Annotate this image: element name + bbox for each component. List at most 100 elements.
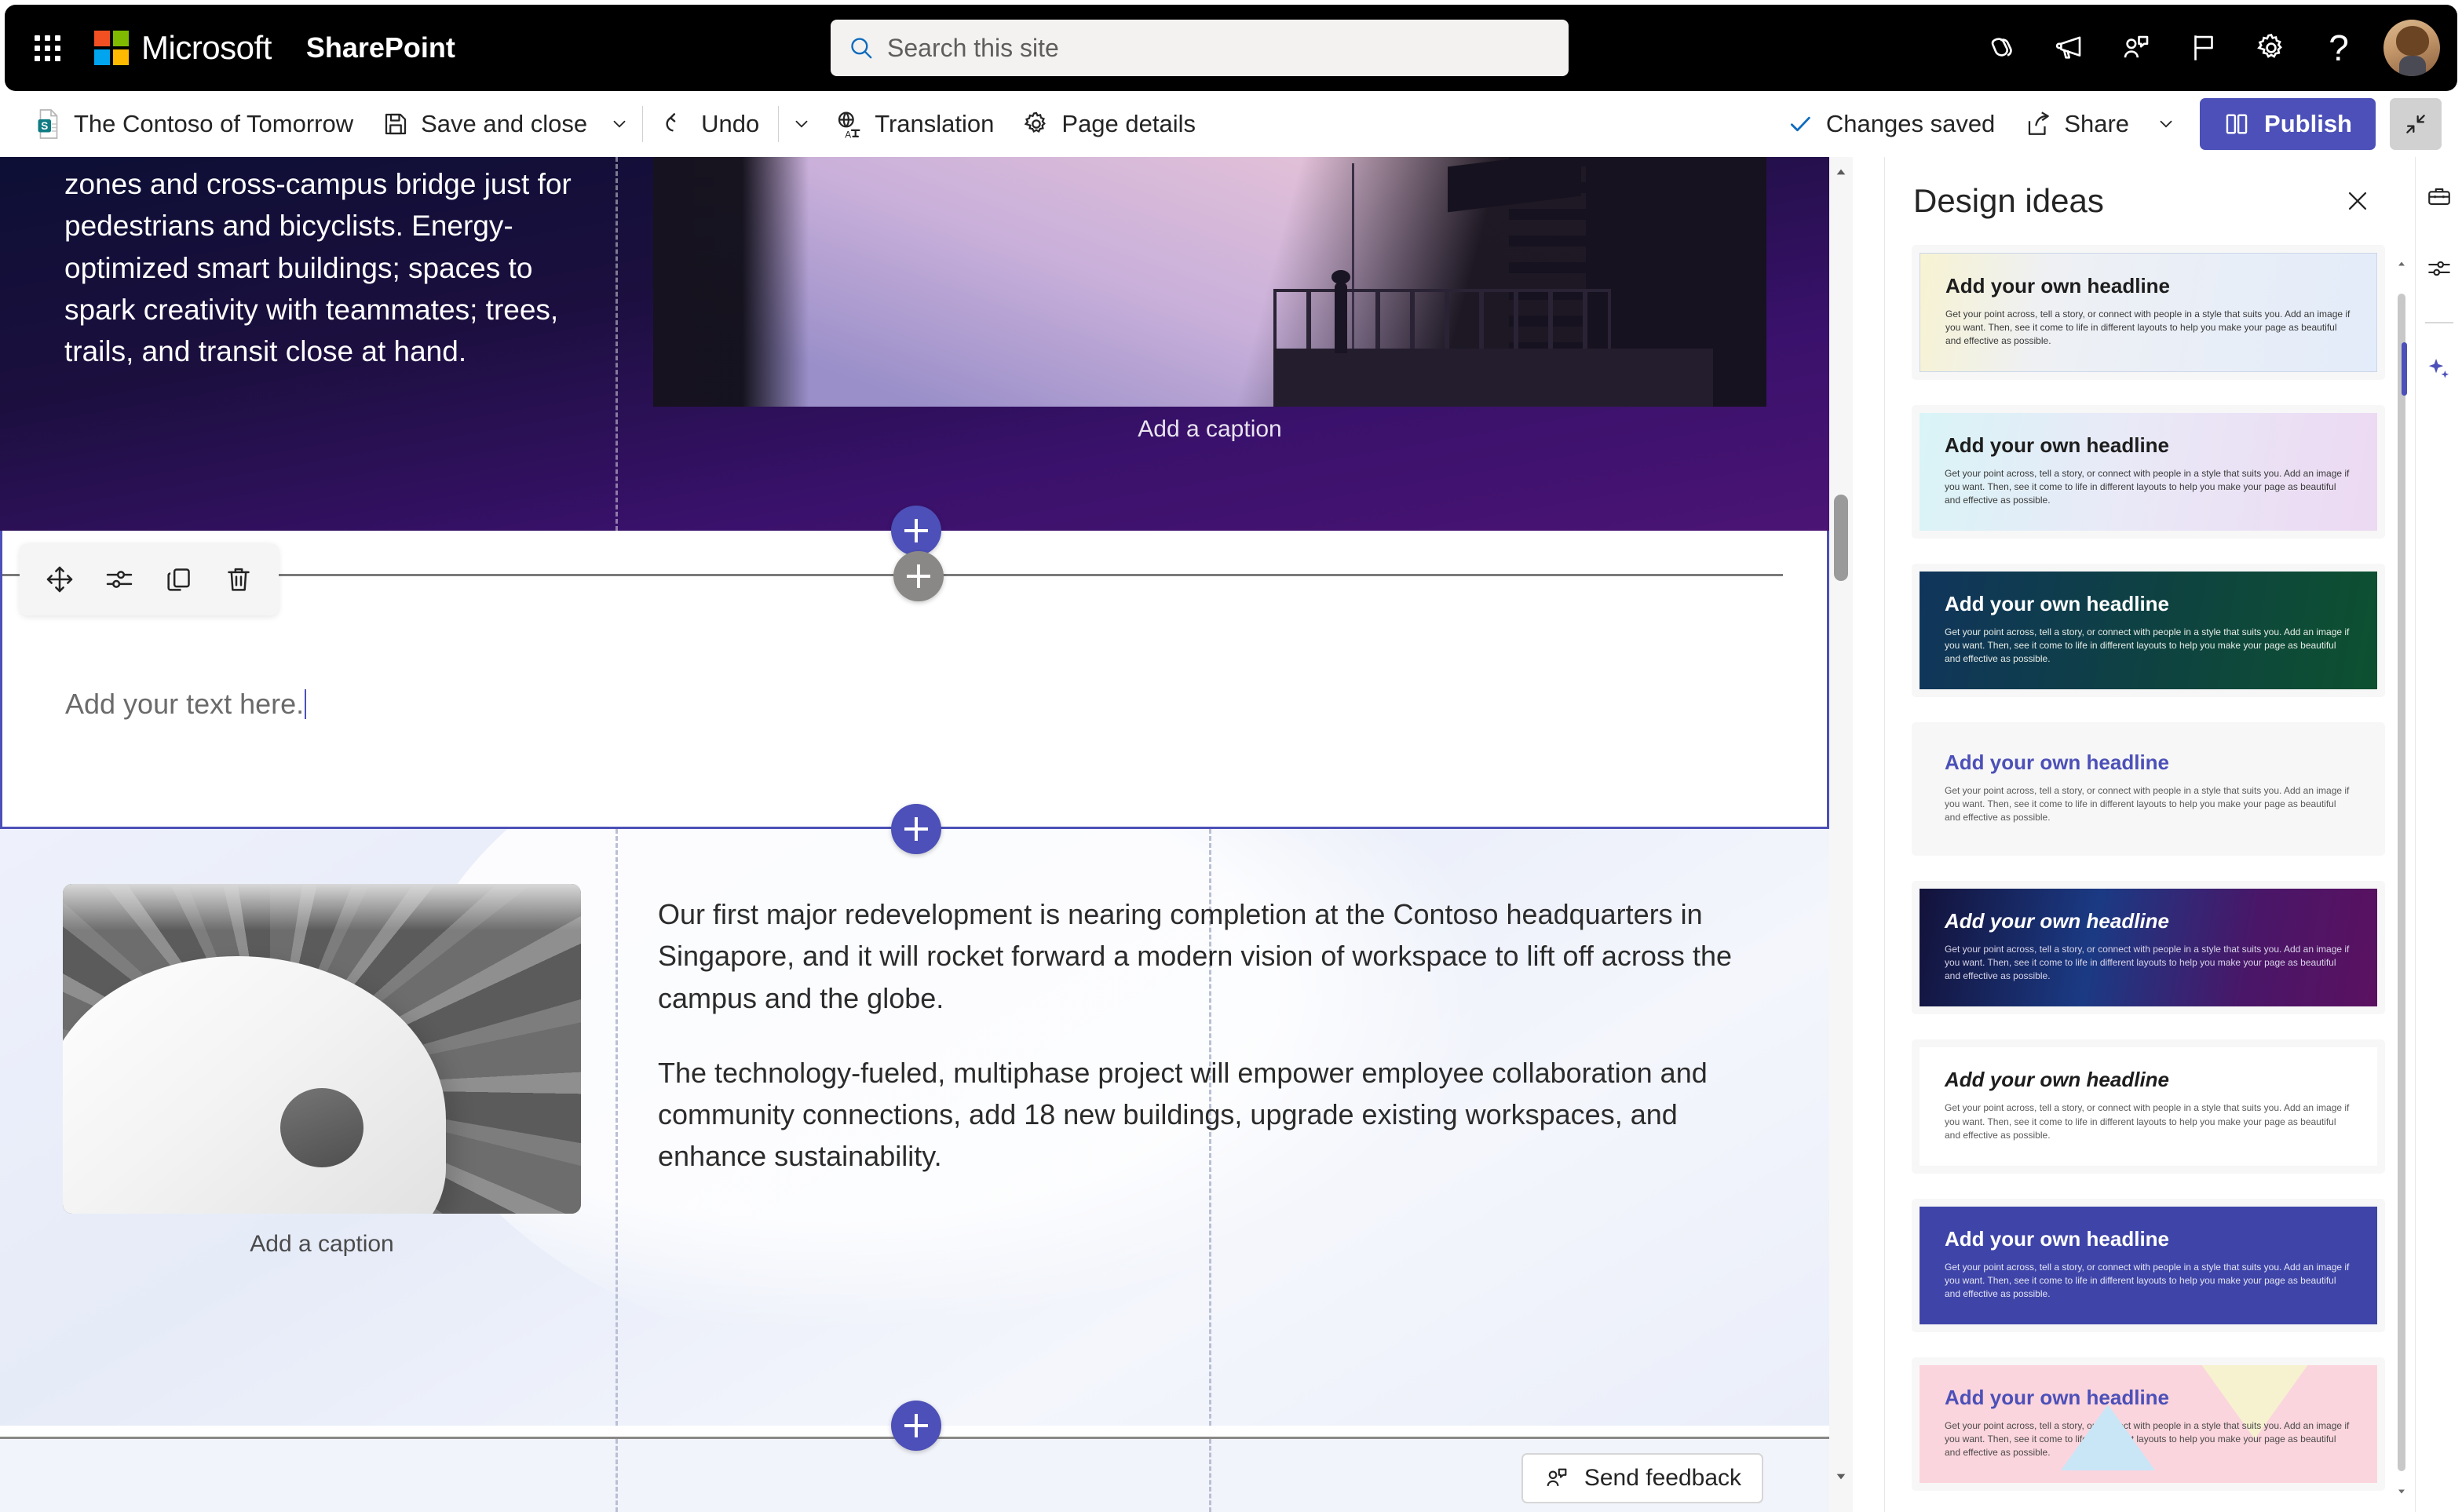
command-bar: S The Contoso of Tomorrow Save and close… xyxy=(0,91,2462,157)
toolbox-icon xyxy=(2427,188,2450,205)
hero-image[interactable] xyxy=(653,157,1766,407)
design-idea-headline: Add your own headline xyxy=(1945,592,2170,616)
app-name-link[interactable]: SharePoint xyxy=(306,31,455,64)
panel-scroll-down-button[interactable] xyxy=(2394,1484,2409,1499)
caret-down-icon xyxy=(2398,1489,2405,1494)
design-idea-headline: Add your own headline xyxy=(1945,1226,2170,1251)
canvas-scroll-thumb[interactable] xyxy=(1834,495,1848,581)
changes-saved-label: Changes saved xyxy=(1825,110,1996,137)
divider xyxy=(642,106,644,142)
copilot-button[interactable] xyxy=(1971,17,2032,79)
design-idea-headline: Add your own headline xyxy=(1945,751,2170,775)
publish-button[interactable]: Publish xyxy=(2200,98,2376,150)
feedback-flag-button[interactable] xyxy=(2173,17,2234,79)
share-button[interactable]: Share xyxy=(2011,99,2143,149)
text-webpart-placeholder[interactable]: Add your text here. xyxy=(65,688,307,721)
design-idea-card[interactable]: Add your own headline Get your point acro… xyxy=(1912,1039,2385,1174)
app-launcher-button[interactable] xyxy=(19,20,75,76)
design-idea-headline: Add your own headline xyxy=(1945,1385,2170,1409)
avatar[interactable] xyxy=(2383,20,2440,76)
search-container: Search this site xyxy=(831,20,1569,76)
add-section-button[interactable] xyxy=(891,506,941,556)
undo-icon xyxy=(666,113,676,132)
close-design-ideas-button[interactable] xyxy=(2332,175,2383,227)
content-paragraph-1: Our first major redevelopment is nearing… xyxy=(658,898,1732,1014)
panel-scroll-thumb[interactable] xyxy=(2398,294,2405,1471)
delete-webpart-button[interactable] xyxy=(211,552,266,607)
selected-text-section[interactable]: Add your text here. xyxy=(0,531,1829,829)
design-idea-card[interactable]: Add your own headline Get your point acro… xyxy=(1912,1357,2385,1491)
save-options-chevron-button[interactable] xyxy=(601,99,637,149)
text-cursor xyxy=(305,689,307,719)
move-webpart-icon xyxy=(46,566,73,593)
send-feedback-button[interactable]: Send feedback xyxy=(1521,1453,1763,1503)
content-text-webpart[interactable]: Our first major redevelopment is nearing… xyxy=(658,893,1757,1178)
gear-icon xyxy=(1025,111,1047,133)
move-webpart-button[interactable] xyxy=(32,552,87,607)
edit-webpart-button[interactable] xyxy=(92,552,147,607)
help-icon: ? xyxy=(2329,27,2349,68)
add-webpart-button[interactable] xyxy=(893,551,944,601)
announcements-button[interactable] xyxy=(2038,17,2099,79)
content-section: Add a caption Our first major redevelopm… xyxy=(0,829,1829,1426)
design-idea-card[interactable]: Add your own headline Get your point acro… xyxy=(1912,564,2385,698)
translation-label: Translation xyxy=(875,110,995,137)
design-idea-body: Get your point across, tell a story, or … xyxy=(1945,785,2350,824)
add-section-button[interactable] xyxy=(891,1401,941,1451)
panel-scroll-track[interactable] xyxy=(2394,256,2409,1499)
undo-label: Undo xyxy=(701,110,760,137)
caret-up-icon xyxy=(1836,169,1846,175)
design-idea-preview: Add your own headline Get your point acro… xyxy=(1920,730,2377,849)
design-ideas-panel: Design ideas Add your own headline Get yo… xyxy=(1884,157,2415,1512)
chevron-down-icon xyxy=(2160,120,2172,128)
page-settings-icon xyxy=(2427,261,2450,276)
chevron-down-icon xyxy=(613,120,626,128)
undo-options-chevron-button[interactable] xyxy=(784,99,820,149)
translation-button[interactable]: A Translation xyxy=(820,99,1008,149)
add-section-button[interactable] xyxy=(891,804,941,854)
chat-button[interactable] xyxy=(2106,17,2167,79)
toolbox-button[interactable] xyxy=(2417,174,2461,218)
design-ideas-list[interactable]: Add your own headline Get your point acro… xyxy=(1885,245,2415,1512)
canvas-scrollbar[interactable] xyxy=(1829,157,1853,1512)
page-details-button[interactable]: Page details xyxy=(1008,99,1210,149)
command-bar-right: Changes saved Share Publish xyxy=(1776,98,2442,150)
settings-button[interactable] xyxy=(2241,17,2302,79)
delete-icon xyxy=(228,568,250,591)
design-idea-headline: Add your own headline xyxy=(1945,274,2171,298)
page-canvas: zones and cross-campus bridge just for p… xyxy=(0,157,1829,1512)
page-title-label: The Contoso of Tomorrow xyxy=(74,110,354,137)
staircase-image-caption[interactable]: Add a caption xyxy=(63,1231,581,1258)
scroll-down-button[interactable] xyxy=(1829,1465,1853,1488)
page-title-button[interactable]: S The Contoso of Tomorrow xyxy=(20,99,367,149)
chat-person-icon xyxy=(1547,1468,1567,1487)
changes-saved-status: Changes saved xyxy=(1776,110,2006,138)
design-ideas-scrollbar[interactable] xyxy=(2394,256,2409,1499)
column-divider xyxy=(616,157,618,531)
header-actions: ? xyxy=(1971,17,2440,79)
design-ideas-button[interactable] xyxy=(2401,342,2461,396)
help-button[interactable]: ? xyxy=(2308,17,2369,79)
undo-button[interactable]: Undo xyxy=(648,99,773,149)
design-idea-card[interactable]: Add your own headline Get your point acro… xyxy=(1912,405,2385,539)
design-idea-body: Get your point across, tell a story, or … xyxy=(1945,1261,2350,1299)
search-input[interactable]: Search this site xyxy=(831,20,1569,76)
collapse-ribbon-button[interactable] xyxy=(2390,98,2442,150)
design-idea-card[interactable]: Add your own headline Get your point acro… xyxy=(1912,245,2385,381)
design-idea-card[interactable]: Add your own headline Get your point acro… xyxy=(1912,881,2385,1015)
design-idea-card[interactable]: Add your own headline Get your point acro… xyxy=(1912,1198,2385,1332)
staircase-image[interactable] xyxy=(63,884,581,1214)
svg-text:A: A xyxy=(845,129,851,139)
checkmark-icon xyxy=(1790,116,1810,132)
save-and-close-button[interactable]: Save and close xyxy=(367,99,601,149)
share-options-chevron-button[interactable] xyxy=(2148,99,2184,149)
duplicate-webpart-button[interactable] xyxy=(152,552,206,607)
microsoft-logo[interactable]: Microsoft xyxy=(94,29,272,67)
scroll-up-button[interactable] xyxy=(1829,160,1853,184)
page-settings-button[interactable] xyxy=(2417,247,2461,290)
design-idea-preview: Add your own headline Get your point acro… xyxy=(1920,1364,2377,1483)
hero-text[interactable]: zones and cross-campus bridge just for p… xyxy=(64,163,583,372)
design-idea-card[interactable]: Add your own headline Get your point acro… xyxy=(1912,722,2385,856)
close-icon xyxy=(2348,192,2367,210)
hero-image-caption[interactable]: Add a caption xyxy=(653,416,1766,443)
